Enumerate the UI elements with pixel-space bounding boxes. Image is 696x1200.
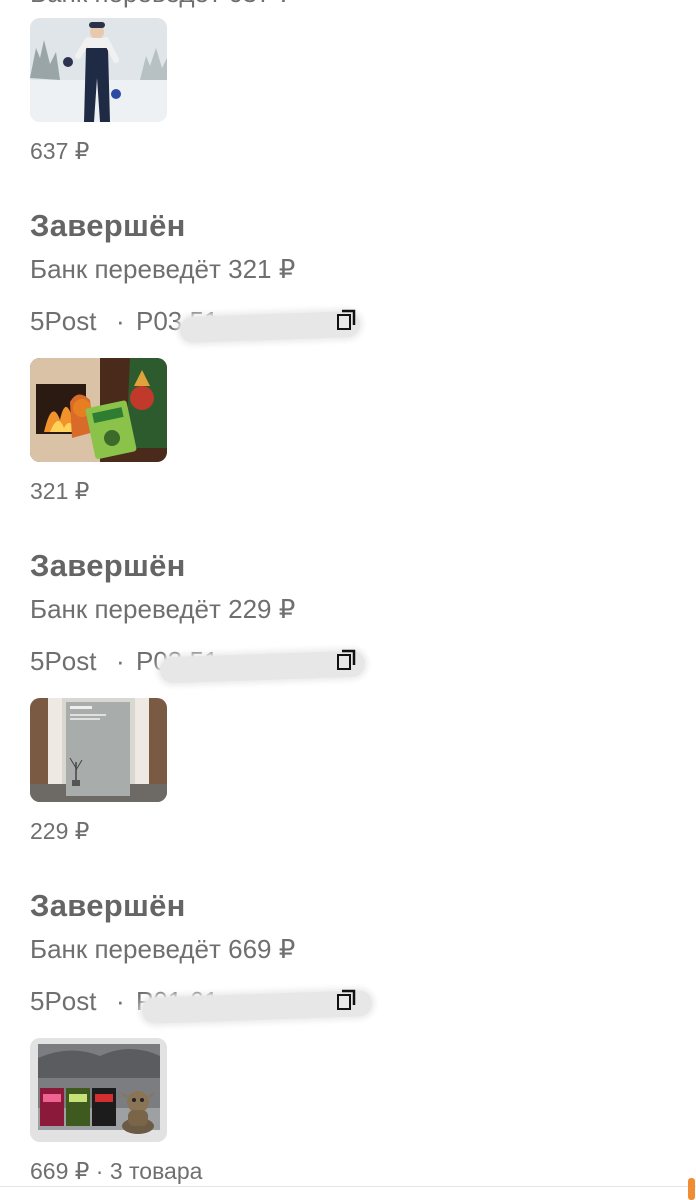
order-thumbnail[interactable] (30, 358, 167, 462)
order-refund-text: Банк переведёт 321 ₽ (30, 254, 296, 284)
order-status: Завершён (30, 548, 186, 583)
order-price: 229 ₽ (30, 818, 90, 844)
order-shipping-row: 5Post · P03 51 (30, 306, 390, 344)
order-thumbnail[interactable] (30, 698, 167, 802)
prev-order-price: 637 ₽ (30, 138, 90, 164)
scroll-indicator (688, 1178, 695, 1200)
grey-book-room-photo (30, 698, 167, 802)
order-refund-text: Банк переведёт 669 ₽ (30, 934, 296, 964)
three-books-gnome-photo (30, 1038, 167, 1142)
order-price: 669 ₽ · 3 товара (30, 1158, 203, 1184)
order-price: 321 ₽ (30, 478, 90, 504)
redaction-scribble (179, 310, 361, 344)
carrier-name: 5Post (30, 306, 97, 336)
copy-icon[interactable] (336, 308, 360, 332)
fox-book-fireplace-photo (30, 358, 167, 462)
prev-order-thumbnail[interactable] (30, 18, 167, 122)
separator-dot: · (116, 306, 125, 336)
order-thumbnail[interactable] (30, 1038, 167, 1142)
order-shipping-row: 5Post · P03 51 (30, 646, 390, 684)
order-status: Завершён (30, 208, 186, 243)
order-shipping-row: 5Post · P01 61 (30, 986, 390, 1025)
carrier-name: 5Post (30, 986, 97, 1016)
divider (0, 1186, 696, 1187)
prev-order-bank-text: Банк переведёт 637 ₽ (30, 0, 295, 9)
copy-icon[interactable] (336, 648, 360, 672)
carrier-name: 5Post (30, 646, 97, 676)
order-refund-text: Банк переведёт 229 ₽ (30, 594, 296, 624)
copy-icon[interactable] (336, 988, 360, 1012)
child-in-snow-photo (30, 18, 167, 122)
order-status: Завершён (30, 888, 186, 923)
separator-dot: · (116, 646, 125, 676)
separator-dot: · (116, 986, 125, 1016)
